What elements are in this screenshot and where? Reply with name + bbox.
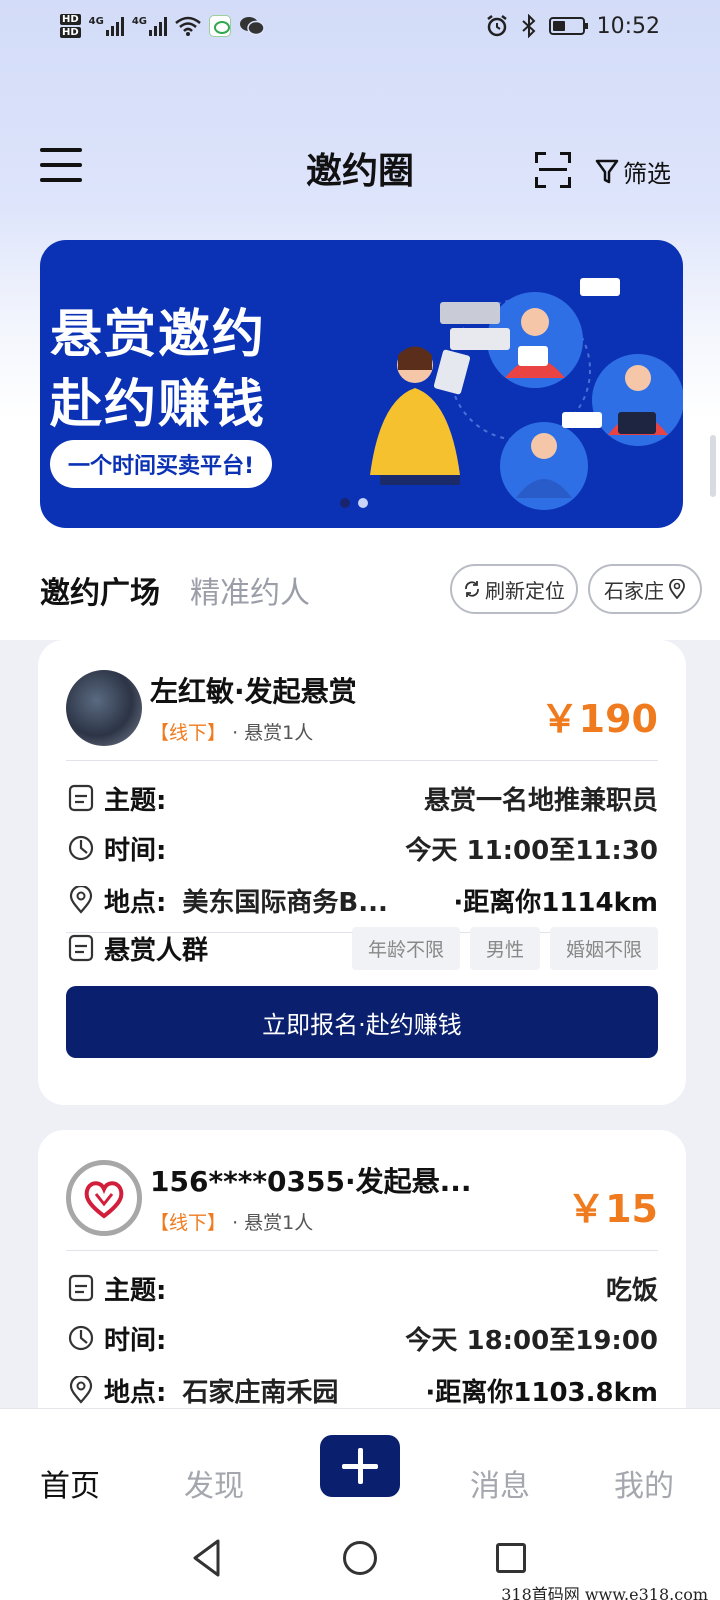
battery-icon [548,17,588,35]
card-title: 156****0355·发起悬... [150,1165,470,1198]
distance-value: ·距离你1114km [453,887,658,918]
refresh-location-button[interactable]: 刷新定位 [450,564,578,614]
time-value: 今天 18:00至19:00 [405,1325,658,1356]
clock-icon [66,833,96,863]
add-post-button[interactable] [320,1435,400,1497]
signal-icon: 4G [89,16,124,36]
invitation-card[interactable]: 左红敏·发起悬赏 【线下】 · 悬赏1人 ￥190 主题: 悬赏一名地推兼职员 … [38,640,686,1105]
place-row: 地点: 美东国际商务B... ·距离你1114km [66,880,658,920]
place-label: 地点: [104,887,167,918]
tab-invitation-square[interactable]: 邀约广场 [40,568,160,612]
card-title: 左红敏·发起悬赏 [150,675,357,708]
divider [66,1250,658,1251]
filter-button[interactable]: 筛选 [595,154,671,189]
time-label: 时间: [104,835,167,866]
banner-pagination [340,498,368,508]
nav-discover[interactable]: 发现 [184,1461,244,1505]
tag-marital: 婚姻不限 [549,926,658,970]
scan-icon[interactable] [535,152,571,188]
mode-badge: 【线下】 [150,722,227,744]
place-label: 地点: [104,1377,167,1408]
recent-apps-icon[interactable] [496,1543,526,1573]
crowd-label: 悬赏人群 [104,935,209,966]
filter-label: 筛选 [623,160,671,188]
document-icon [66,783,96,813]
clock: 10:52 [596,13,660,39]
time-value: 今天 11:00至11:30 [405,835,658,866]
topic-label: 主题: [104,785,167,816]
scroll-indicator [710,435,716,497]
card-meta: 【线下】 · 悬赏1人 [150,718,313,745]
topic-value: 吃饭 [605,1275,658,1306]
bottom-nav: 首页 发现 消息 我的 318首码网 www.e318.com [0,1408,720,1600]
network2-label: 4G [131,16,148,27]
divider [66,760,658,761]
app-notification-icon [209,15,232,37]
topic-row: 主题: 吃饭 [66,1268,658,1308]
refresh-location-label: 刷新定位 [485,578,565,603]
nav-mine[interactable]: 我的 [614,1461,674,1505]
signal-icon-2: 4G [131,16,168,36]
hd-indicator: HD HD [60,13,81,39]
nav-home[interactable]: 首页 [40,1461,100,1505]
back-icon[interactable] [190,1537,224,1579]
wechat-icon [240,17,265,36]
banner-headline-2: 赴约赚钱 [50,376,267,434]
place-value: 美东国际商务B... [182,887,388,918]
avatar[interactable] [66,1160,142,1236]
home-circle-icon[interactable] [343,1541,377,1575]
signup-button[interactable]: 立即报名·赴约赚钱 [66,986,658,1058]
location-icon [66,1375,96,1405]
tag-gender: 男性 [469,926,540,970]
alarm-icon [486,15,507,37]
filter-icon [595,159,619,183]
mode-badge: 【线下】 [150,1212,227,1234]
crowd-row: 悬赏人群 年龄不限 男性 婚姻不限 [66,920,658,976]
reward-price: ￥190 [540,697,658,741]
nav-messages[interactable]: 消息 [470,1461,530,1505]
card-meta: 【线下】 · 悬赏1人 [150,1208,313,1235]
crowd-tags: 年龄不限 男性 婚姻不限 [351,926,658,970]
location-pin-icon [669,579,685,599]
avatar[interactable] [66,670,142,746]
banner-slogan: 一个时间买卖平台! [50,440,273,488]
hd2-label: HD [60,27,81,38]
heart-logo-icon [84,1181,124,1219]
time-row: 时间: 今天 11:00至11:30 [66,828,658,868]
distance-value: ·距离你1103.8km [425,1377,658,1408]
invitation-card[interactable]: 156****0355·发起悬... 【线下】 · 悬赏1人 ￥15 主题: 吃… [38,1130,686,1430]
topic-row: 主题: 悬赏一名地推兼职员 [66,778,658,818]
banner-headline-1: 悬赏邀约 [50,306,267,364]
reward-count: · 悬赏1人 [232,722,314,744]
hd1-label: HD [60,14,81,25]
clock-icon [66,1323,96,1353]
refresh-icon [465,581,479,597]
tab-precise-invite[interactable]: 精准约人 [190,568,310,612]
promo-banner[interactable]: 悬赏邀约 赴约赚钱 一个时间买卖平台! [40,240,683,528]
app-header: 邀约圈 筛选 [0,130,720,210]
place-value: 石家庄南禾园 [182,1377,339,1408]
city-selector[interactable]: 石家庄 [588,564,702,614]
tabs-row: 邀约广场 精准约人 刷新定位 石家庄 [40,560,702,620]
bluetooth-icon [521,14,536,38]
city-label: 石家庄 [604,578,664,603]
status-bar: HD HD 4G 4G 10:52 [0,0,720,52]
topic-label: 主题: [104,1275,167,1306]
document-icon [66,933,96,963]
place-row: 地点: 石家庄南禾园 ·距离你1103.8km [66,1370,658,1410]
location-icon [66,885,96,915]
reward-price: ￥15 [567,1187,658,1231]
time-row: 时间: 今天 18:00至19:00 [66,1318,658,1358]
watermark: 318首码网 www.e318.com [501,1585,708,1600]
topic-value: 悬赏一名地推兼职员 [423,785,658,816]
network1-label: 4G [88,16,104,27]
tag-age: 年龄不限 [351,926,460,970]
reward-count: · 悬赏1人 [232,1212,314,1234]
time-label: 时间: [104,1325,167,1356]
banner-illustration [370,278,683,510]
wifi-icon [175,16,201,36]
document-icon [66,1273,96,1303]
